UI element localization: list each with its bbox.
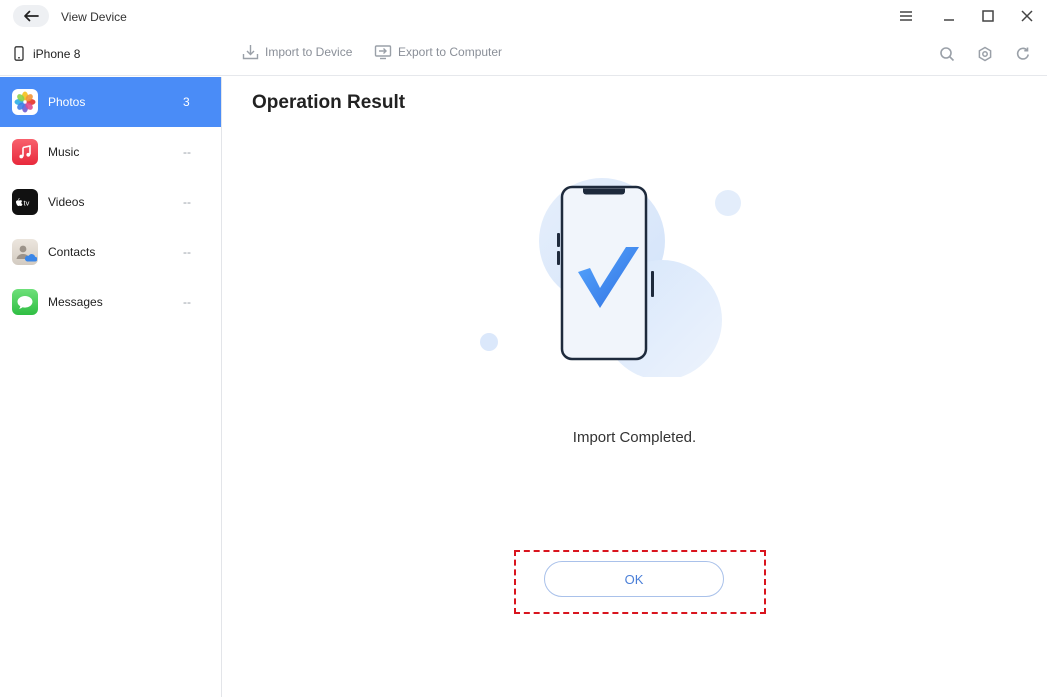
device-name-label: iPhone 8 [33, 46, 81, 61]
contacts-icon [12, 239, 38, 265]
export-label: Export to Computer [398, 45, 503, 59]
sidebar: Photos 3 Music -- tv Videos -- Contacts … [0, 77, 222, 697]
title-bar: View Device [0, 0, 1047, 34]
sidebar-item-label: Messages [48, 295, 103, 309]
photos-icon [12, 89, 38, 115]
sidebar-item-music[interactable]: Music -- [0, 127, 221, 177]
sidebar-item-messages[interactable]: Messages -- [0, 277, 221, 327]
sidebar-item-label: Photos [48, 95, 86, 109]
sidebar-item-count: -- [183, 295, 191, 309]
back-button[interactable] [13, 5, 49, 27]
menu-button[interactable] [897, 7, 915, 25]
main-panel: Operation Result Import Completed. OK [222, 77, 1047, 697]
ok-button[interactable]: OK [544, 561, 724, 597]
search-icon [940, 47, 955, 62]
sidebar-item-label: Videos [48, 195, 85, 209]
search-button[interactable] [938, 45, 956, 63]
maximize-button[interactable] [979, 7, 997, 25]
result-message: Import Completed. [572, 429, 697, 446]
refresh-button[interactable] [1014, 45, 1032, 63]
minimize-icon [944, 19, 954, 21]
toolbar: iPhone 8 Import to Device Export to Comp… [0, 34, 1047, 76]
svg-text:tv: tv [24, 199, 30, 208]
sidebar-item-count: -- [183, 145, 191, 159]
close-button[interactable] [1018, 7, 1036, 25]
minimize-button[interactable] [940, 7, 958, 25]
export-icon [374, 45, 392, 60]
close-icon [1021, 10, 1033, 22]
back-arrow-icon [24, 10, 39, 22]
sidebar-item-label: Contacts [48, 245, 96, 259]
import-label: Import to Device [265, 45, 353, 59]
device-selector[interactable]: iPhone 8 [14, 46, 80, 61]
sidebar-item-count: -- [183, 195, 191, 209]
export-to-computer-button[interactable]: Export to Computer [374, 44, 502, 60]
phone-icon [14, 46, 24, 61]
import-to-device-button[interactable]: Import to Device [242, 44, 352, 60]
sidebar-item-videos[interactable]: tv Videos -- [0, 177, 221, 227]
refresh-icon [1016, 47, 1029, 60]
import-icon [242, 45, 259, 60]
sidebar-item-contacts[interactable]: Contacts -- [0, 227, 221, 277]
decor-bubble [480, 333, 498, 351]
phone-graphic [557, 185, 654, 361]
sidebar-item-photos[interactable]: Photos 3 [0, 77, 221, 127]
appletv-icon: tv [12, 189, 38, 215]
sidebar-item-count: 3 [183, 95, 190, 109]
success-illustration [480, 178, 741, 377]
music-icon [12, 139, 38, 165]
settings-icon [978, 46, 992, 62]
settings-button[interactable] [976, 45, 994, 63]
decor-bubble [715, 190, 741, 216]
messages-icon [12, 289, 38, 315]
maximize-icon [982, 10, 994, 22]
window-title: View Device [61, 10, 127, 24]
sidebar-item-count: -- [183, 245, 191, 259]
page-title: Operation Result [252, 92, 406, 113]
menu-icon [900, 11, 912, 21]
sidebar-item-label: Music [48, 145, 80, 159]
